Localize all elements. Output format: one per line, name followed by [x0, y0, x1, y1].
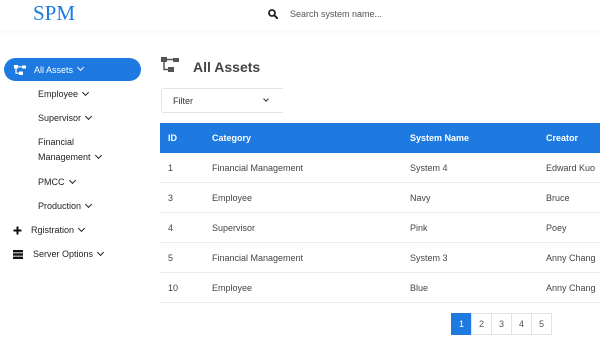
sidebar-item-server-options[interactable]: Server Options: [13, 248, 105, 259]
column-header-creator[interactable]: Creator: [546, 123, 578, 153]
cell-category: Financial Management: [212, 253, 304, 263]
cell-creator: Edward Kuo: [546, 163, 596, 173]
cell-id: 1: [168, 163, 174, 173]
sidebar-item-label: Employee: [38, 89, 79, 99]
page-header: All Assets: [161, 57, 260, 77]
server-icon: [13, 249, 27, 259]
search-input[interactable]: [290, 9, 440, 19]
sidebar-item-label: Management: [38, 152, 91, 162]
chevron-down-icon: [96, 248, 105, 256]
cell-creator: Poey: [546, 223, 567, 233]
chevron-down-icon: [84, 200, 93, 209]
sidebar-item-registration[interactable]: Rgistration: [13, 224, 86, 235]
plus-icon: [13, 226, 27, 235]
page-button-4[interactable]: 4: [511, 313, 532, 335]
filter-dropdown[interactable]: Filter: [161, 88, 283, 113]
sidebar-item-pmcc[interactable]: PMCC: [38, 175, 76, 190]
chevron-down-icon: [81, 88, 90, 97]
page-button-3[interactable]: 3: [491, 313, 512, 335]
sidebar-item-label: Supervisor: [38, 113, 82, 123]
column-header-category[interactable]: Category: [212, 123, 251, 153]
sidebar-item-label: PMCC: [38, 177, 65, 187]
chevron-down-icon: [84, 112, 93, 121]
filter-label: Filter: [173, 95, 193, 106]
cell-system-name: System 4: [410, 163, 448, 173]
sidebar-item-production[interactable]: Production: [38, 199, 93, 214]
cell-system-name: Pink: [410, 223, 428, 233]
cell-creator: Anny Chang: [546, 253, 596, 263]
cell-id: 3: [168, 193, 174, 203]
cell-id: 10: [168, 283, 179, 293]
table-row[interactable]: 4 Supervisor Pink Poey: [160, 213, 600, 243]
app-logo[interactable]: SPM: [33, 1, 75, 26]
chevron-down-icon: [94, 151, 102, 160]
chevron-down-icon: [76, 63, 85, 72]
cell-system-name: Navy: [410, 193, 431, 203]
cell-id: 4: [168, 223, 174, 233]
cell-category: Financial Management: [212, 163, 304, 173]
table-row[interactable]: 10 Employee Blue Anny Chang: [160, 273, 600, 303]
sidebar-item-all-assets[interactable]: All Assets: [4, 58, 141, 81]
chevron-down-icon: [77, 224, 86, 232]
cell-system-name: Blue: [410, 283, 429, 293]
sidebar-item-label: All Assets: [34, 64, 74, 75]
page-button-2[interactable]: 2: [471, 313, 492, 335]
table-row[interactable]: 1 Financial Management System 4 Edward K…: [160, 153, 600, 183]
sidebar-item-label: Production: [38, 201, 82, 211]
search-bar: [268, 9, 440, 19]
sidebar-item-label: Financial: [38, 137, 75, 147]
page-title: All Assets: [193, 59, 261, 75]
chevron-down-icon: [263, 96, 269, 102]
column-header-system-name[interactable]: System Name: [410, 123, 469, 153]
pagination: 1 2 3 4 5: [451, 313, 552, 335]
hierarchy-icon: [161, 57, 179, 77]
table-row[interactable]: 5 Financial Management System 3 Anny Cha…: [160, 243, 600, 273]
chevron-down-icon: [68, 176, 76, 185]
table-row[interactable]: 3 Employee Navy Bruce: [160, 183, 600, 213]
cell-creator: Anny Chang: [546, 283, 596, 293]
sidebar-item-supervisor[interactable]: Supervisor: [38, 111, 93, 126]
sidebar-item-employee[interactable]: Employee: [38, 87, 90, 102]
cell-system-name: System 3: [410, 253, 448, 263]
search-icon[interactable]: [268, 9, 278, 19]
sidebar-item-label: Server Options: [33, 249, 94, 259]
cell-category: Employee: [212, 283, 253, 293]
sidebar-item-label: Rgistration: [31, 225, 75, 235]
table-header: ID Category System Name Creator: [160, 123, 600, 153]
column-header-id[interactable]: ID: [168, 123, 177, 153]
hierarchy-icon: [14, 64, 26, 75]
cell-category: Supervisor: [212, 223, 256, 233]
cell-category: Employee: [212, 193, 253, 203]
page-button-1[interactable]: 1: [451, 313, 472, 335]
top-bar: SPM: [0, 0, 600, 30]
cell-creator: Bruce: [546, 193, 570, 203]
sidebar-item-financial-management[interactable]: Financial Management: [38, 135, 102, 165]
assets-table: ID Category System Name Creator 1 Financ…: [160, 123, 600, 303]
cell-id: 5: [168, 253, 174, 263]
page-button-5[interactable]: 5: [531, 313, 552, 335]
